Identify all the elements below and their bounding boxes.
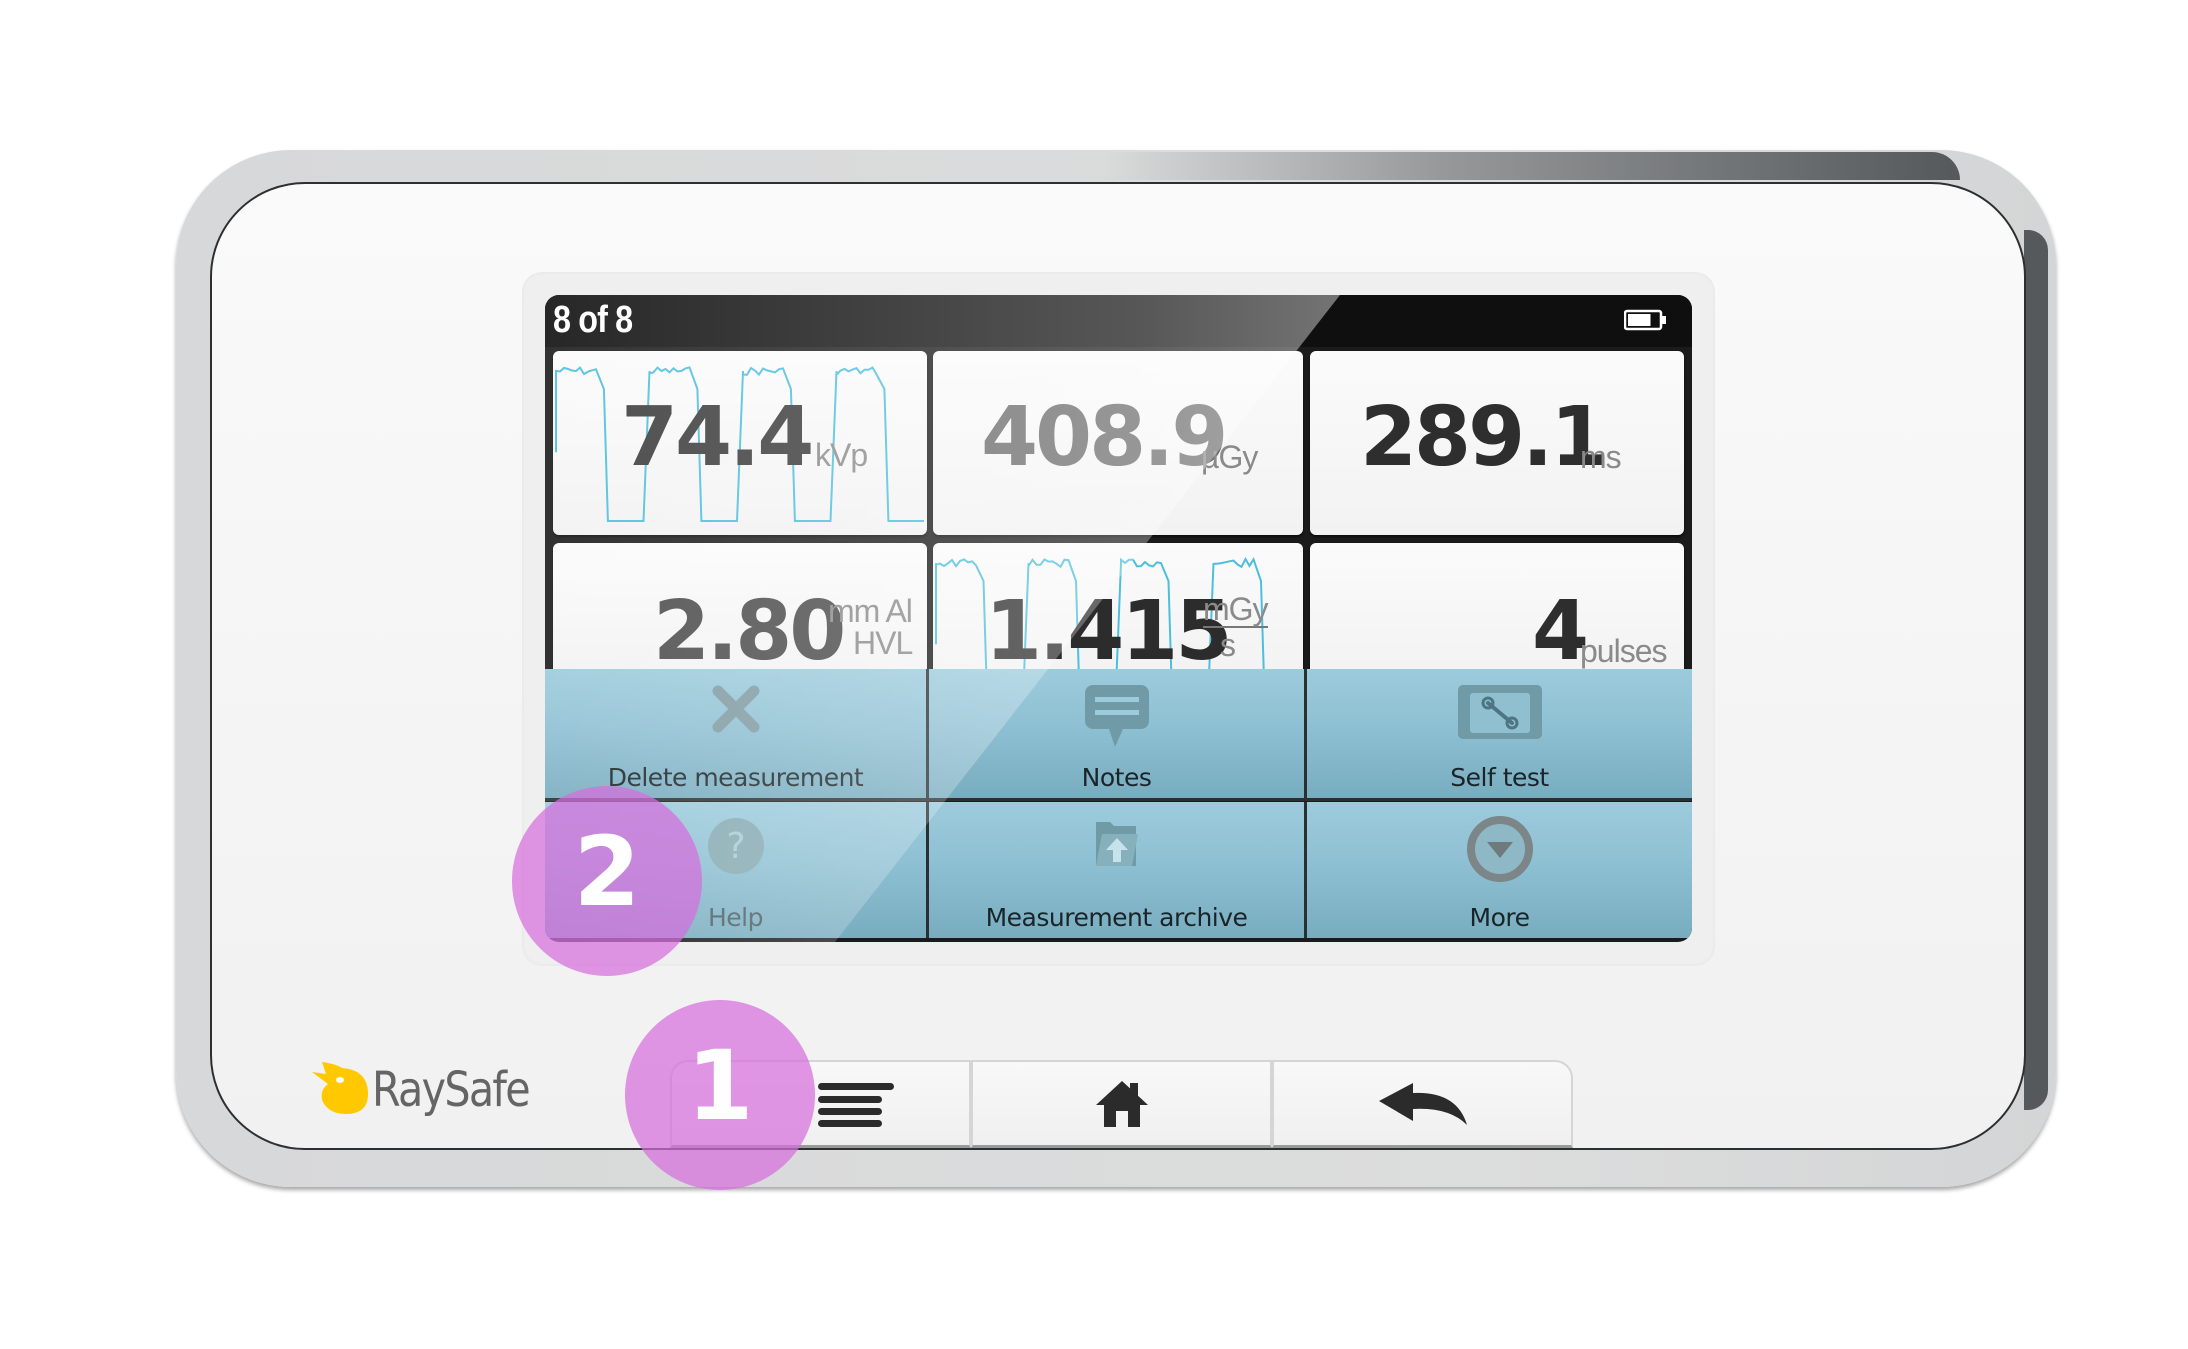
svg-text:?: ? xyxy=(726,826,745,867)
tile-exposure-time[interactable]: 289.1 ms xyxy=(1310,351,1684,535)
touch-screen[interactable]: 8 of 8 74.4 kVp 408.9 µGy 289.1 ms 2.80 … xyxy=(545,295,1692,942)
folder-upload-icon xyxy=(1095,822,1138,866)
callout-number: 2 xyxy=(573,816,641,928)
hvl-value: 2.80 xyxy=(653,584,846,679)
wrench-screen-icon xyxy=(1457,685,1542,739)
dose-value: 408.9 xyxy=(981,390,1228,485)
menu-item-notes[interactable]: Notes xyxy=(929,669,1307,801)
measurement-counter: 8 of 8 xyxy=(553,299,633,341)
menu-label: Self test xyxy=(1450,763,1549,792)
callout-number: 1 xyxy=(686,1030,754,1142)
menu-item-measurement-archive[interactable]: Measurement archive xyxy=(929,802,1307,938)
tile-hvl[interactable]: 2.80 mm Al HVL xyxy=(553,543,927,683)
pulses-value: 4 xyxy=(1532,584,1589,679)
menu-label: More xyxy=(1469,903,1530,932)
menu-lines-icon xyxy=(818,1082,895,1127)
dose-unit: µGy xyxy=(1201,439,1258,475)
speech-bubble-icon xyxy=(1084,685,1149,747)
menu-label: Measurement archive xyxy=(985,903,1248,932)
device-rim-right xyxy=(2024,230,2048,1110)
circle-down-icon xyxy=(1466,816,1533,882)
exposure-time-value: 289.1 xyxy=(1360,390,1607,485)
menu-item-more[interactable]: More xyxy=(1307,802,1692,938)
home-icon xyxy=(1095,1080,1148,1127)
context-menu: Delete measurement Notes Self test ? Hel… xyxy=(545,669,1692,938)
question-icon: ? xyxy=(707,818,764,874)
status-bar: 8 of 8 xyxy=(545,295,1692,347)
menu-item-delete-measurement[interactable]: Delete measurement xyxy=(545,669,929,801)
dose-rate-value: 1.415 xyxy=(985,584,1232,679)
hvl-unit-top: mm Al xyxy=(828,593,913,629)
bird-logo-icon xyxy=(312,1062,368,1114)
callout-1: 1 xyxy=(625,1000,815,1190)
brand-name: RaySafe xyxy=(372,1062,531,1118)
kvp-value: 74.4 xyxy=(621,390,814,485)
dose-rate-unit-top: mGy xyxy=(1203,591,1269,628)
hw-home-button[interactable] xyxy=(971,1060,1272,1148)
tile-pulses[interactable]: 4 pulses xyxy=(1310,543,1684,683)
close-icon xyxy=(712,685,759,733)
menu-item-self-test[interactable]: Self test xyxy=(1307,669,1692,801)
kvp-unit: kVp xyxy=(815,437,868,473)
device-rim-top xyxy=(1100,152,1960,180)
hw-back-button[interactable] xyxy=(1272,1060,1573,1148)
tile-dose-rate[interactable]: 1.415 mGy s xyxy=(933,543,1303,683)
callout-2: 2 xyxy=(512,786,702,976)
dose-rate-unit-bottom: s xyxy=(1220,627,1236,663)
tile-kvp[interactable]: 74.4 kVp xyxy=(553,351,927,535)
pulses-unit: pulses xyxy=(1580,633,1667,669)
exposure-time-unit: ms xyxy=(1580,439,1622,475)
hvl-unit-bottom: HVL xyxy=(853,625,913,661)
tile-dose[interactable]: 408.9 µGy xyxy=(933,351,1303,535)
menu-label: Notes xyxy=(1081,763,1152,792)
battery-icon xyxy=(1624,309,1666,331)
back-arrow-icon xyxy=(1378,1082,1467,1125)
